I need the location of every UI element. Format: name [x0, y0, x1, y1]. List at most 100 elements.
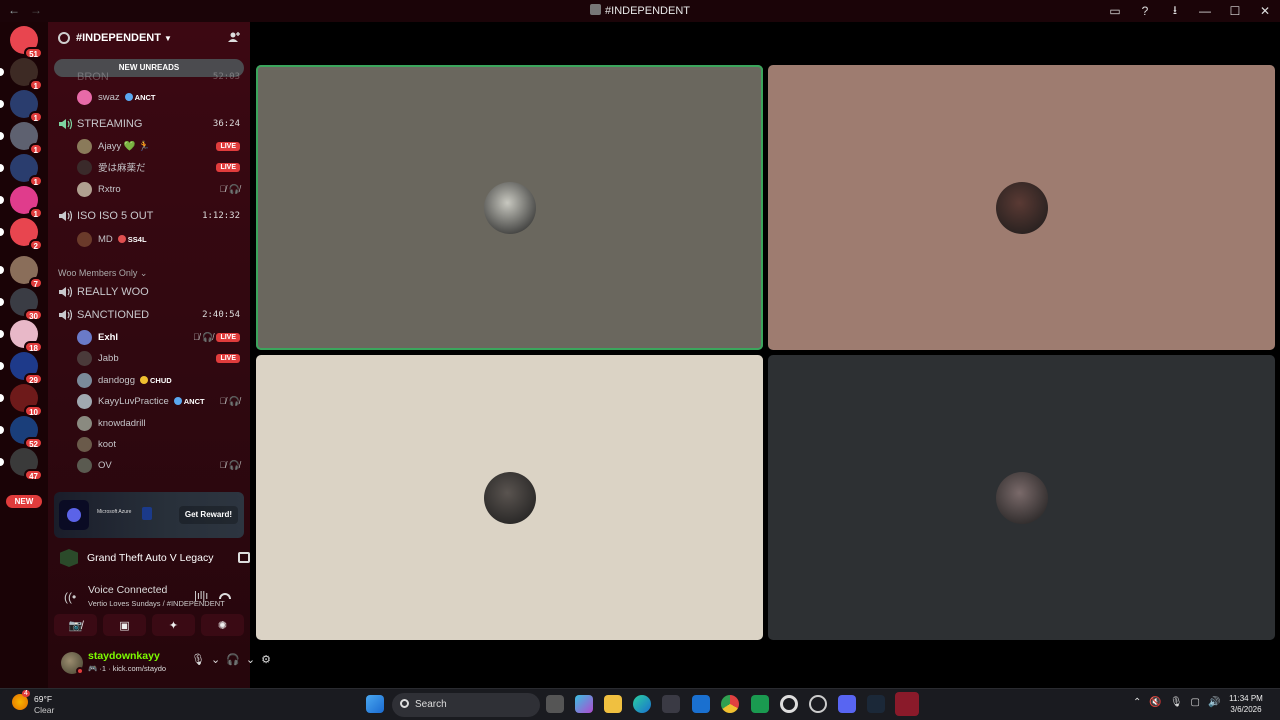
server-icon-server-8[interactable]: 7: [0, 256, 43, 289]
server-icon-server-13[interactable]: 52: [0, 416, 43, 449]
sheets-icon[interactable]: [751, 695, 769, 713]
m365-icon[interactable]: [575, 695, 593, 713]
server-icon-discord-home[interactable]: 51: [10, 26, 43, 59]
server-icon-server-3[interactable]: 1: [0, 90, 43, 123]
store-icon[interactable]: [662, 695, 680, 713]
user-name: OV: [98, 459, 112, 471]
server-icon-server-9[interactable]: 30: [0, 288, 43, 321]
download-icon[interactable]: ⭳: [1160, 1, 1190, 22]
app-icon[interactable]: [780, 695, 798, 713]
voice-user[interactable]: OV 🎙̸ 🎧̸: [77, 456, 242, 474]
server-icon-server-4[interactable]: 1: [0, 122, 43, 155]
video-tile[interactable]: [256, 355, 763, 640]
voice-user[interactable]: knowdadrill: [77, 414, 242, 432]
mention-badge: 29: [24, 373, 43, 385]
user-status: LIVE: [216, 162, 240, 172]
username[interactable]: staydownkayy: [88, 650, 160, 662]
chevron-down-icon[interactable]: ⌄: [246, 653, 255, 666]
voice-user[interactable]: dandogg CHUD: [77, 371, 242, 389]
maximize-button[interactable]: ☐: [1220, 4, 1250, 18]
invite-people-icon[interactable]: [228, 31, 240, 43]
new-servers-pill[interactable]: NEW: [6, 495, 42, 508]
screen-share-button[interactable]: ▣: [103, 614, 146, 636]
display-icon[interactable]: ▢: [1191, 697, 1200, 708]
noise-suppression-icon[interactable]: |ıl|ı: [194, 590, 208, 602]
server-icon-server-10[interactable]: 18: [0, 320, 43, 353]
category-name: Woo Members Only: [58, 268, 138, 278]
headphones-icon[interactable]: 🎧: [226, 653, 240, 666]
unread-indicator: [0, 132, 4, 140]
custom-status: 🎮 ·1 · kick.com/staydo: [88, 664, 167, 673]
get-reward-button[interactable]: Get Reward!: [178, 506, 238, 524]
voice-user[interactable]: MD SS4L: [77, 230, 242, 248]
close-button[interactable]: ✕: [1250, 4, 1280, 18]
voice-user[interactable]: KayyLuvPractice ANCT 🎙̸ 🎧̸: [77, 392, 242, 410]
start-icon[interactable]: [366, 695, 384, 713]
voice-user[interactable]: Ajayy 💚 🏃 LIVE: [77, 137, 242, 155]
soundboard-button[interactable]: ✺: [201, 614, 244, 636]
live-badge: LIVE: [216, 332, 240, 342]
tag-icon: [124, 93, 133, 101]
camera-off-button[interactable]: 📷̸: [54, 614, 97, 636]
server-icon-server-14[interactable]: 47: [0, 448, 43, 481]
microphone-icon[interactable]: 🎙: [191, 653, 205, 666]
notification-icon[interactable]: 🔇: [1149, 697, 1161, 708]
settings-icon[interactable]: ⚙: [261, 653, 271, 666]
search-box[interactable]: Search: [392, 693, 540, 717]
voice-user[interactable]: swaz ANCT: [77, 88, 242, 106]
volume-icon[interactable]: 🔊: [1208, 697, 1220, 708]
app-icon-2[interactable]: [809, 695, 827, 713]
activity-game[interactable]: Grand Theft Auto V Legacy: [60, 549, 250, 567]
chevron-down-icon[interactable]: ⌄: [211, 653, 220, 666]
help-icon[interactable]: ?: [1130, 4, 1160, 18]
voice-channel-iso[interactable]: ISO ISO 5 OUT 1:12:32: [58, 207, 242, 225]
quest-promo-banner[interactable]: Microsoft Azure Get Reward!: [54, 492, 244, 538]
voice-channel-really-woo[interactable]: REALLY WOO: [58, 283, 242, 301]
steam-icon[interactable]: [867, 695, 885, 713]
participant-avatar: [483, 471, 536, 524]
server-icon-server-6[interactable]: 1: [0, 186, 43, 219]
task-view-icon[interactable]: [546, 695, 564, 713]
disconnect-icon[interactable]: [219, 593, 231, 599]
chrome-icon[interactable]: [721, 695, 739, 713]
avatar: [77, 231, 92, 247]
server-icon-server-5[interactable]: 1: [0, 154, 43, 187]
stream-screen-icon[interactable]: [238, 552, 250, 563]
server-icon-server-2[interactable]: 1: [0, 58, 43, 91]
clock[interactable]: 11:34 PM 3/6/2026: [1226, 693, 1266, 715]
voice-user[interactable]: Exhl 🎙̸ 🎧̸ LIVE: [77, 328, 242, 346]
minimize-button[interactable]: —: [1190, 4, 1220, 18]
voice-channel-bron[interactable]: BRON 52:03: [58, 68, 242, 86]
server-boost-icon: [58, 32, 70, 44]
voice-user[interactable]: koot: [77, 435, 242, 453]
active-app-icon[interactable]: [895, 692, 919, 716]
channel-category[interactable]: Woo Members Only ⌄: [58, 268, 147, 279]
voice-status[interactable]: Voice Connected: [88, 584, 167, 596]
channel-name: SANCTIONED: [77, 309, 150, 321]
user-status: 🎙̸ 🎧̸: [220, 460, 240, 471]
voice-channel-sanctioned[interactable]: SANCTIONED 2:40:54: [58, 306, 242, 324]
file-explorer-icon[interactable]: [604, 695, 622, 713]
server-icon-server-12[interactable]: 10: [0, 384, 43, 417]
user-name: 愛は麻薬だ: [98, 163, 146, 174]
server-header[interactable]: #INDEPENDENT ▼: [48, 22, 250, 54]
video-tile[interactable]: [768, 355, 1275, 640]
chevron-up-icon[interactable]: ⌃: [1133, 697, 1141, 708]
inbox-icon[interactable]: ▭: [1100, 4, 1130, 18]
discord-icon[interactable]: [838, 695, 856, 713]
server-icon-server-7[interactable]: 2: [0, 218, 43, 251]
voice-user[interactable]: 愛は麻薬だ LIVE: [77, 158, 242, 176]
outlook-icon[interactable]: [692, 695, 710, 713]
voice-channel-streaming[interactable]: STREAMING 36:24: [58, 115, 242, 133]
video-tile[interactable]: [256, 65, 763, 350]
edge-icon[interactable]: [633, 695, 651, 713]
connection-signal-icon[interactable]: ((•: [64, 590, 76, 604]
server-icon-server-11[interactable]: 29: [0, 352, 43, 385]
channel-name: BRON: [77, 71, 109, 83]
voice-user[interactable]: Rxtro 🎙̸ 🎧̸: [77, 180, 242, 198]
unread-indicator: [0, 330, 4, 338]
voice-user[interactable]: Jabb LIVE: [77, 349, 242, 367]
microphone-icon[interactable]: 🎙: [1170, 697, 1183, 708]
activities-button[interactable]: ✦: [152, 614, 195, 636]
video-tile[interactable]: [768, 65, 1275, 350]
